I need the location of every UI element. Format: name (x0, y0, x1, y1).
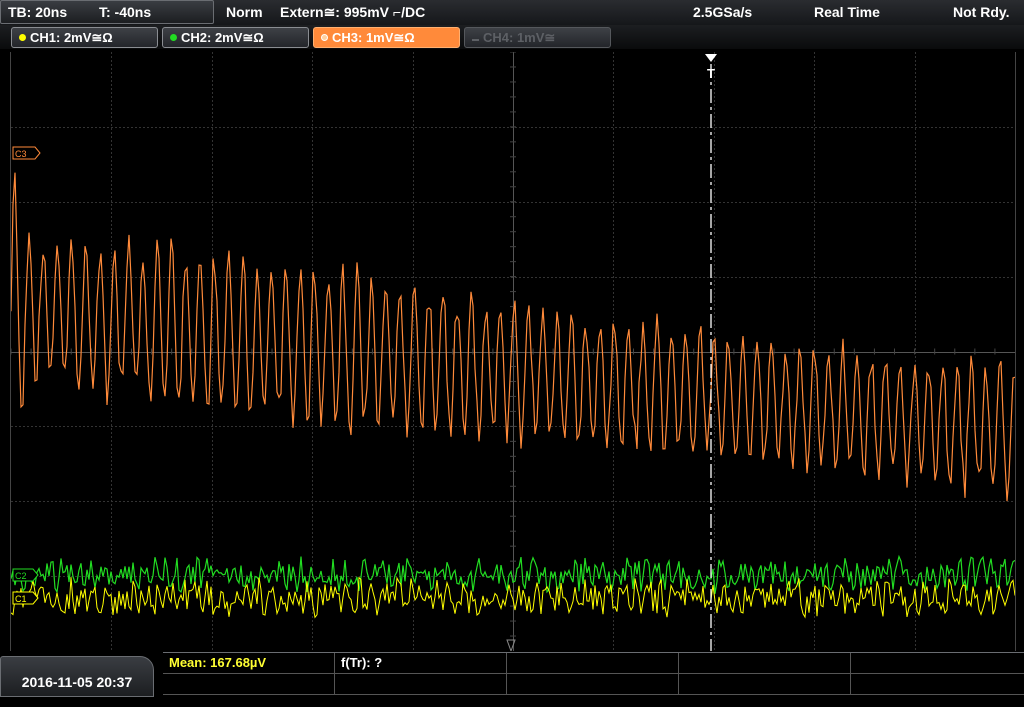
waveform-display[interactable]: T C3 C2 C1 (10, 51, 1016, 653)
ch1-marker-label: C1 (15, 594, 27, 604)
measurement-slot-9[interactable] (679, 674, 851, 695)
timebase-label[interactable]: TB: 20ns (8, 0, 67, 25)
trigger-mode-label[interactable]: Norm (226, 0, 263, 25)
ch3-marker-label: C3 (15, 149, 27, 159)
channel-bar: CH1: 2mV≅Ω CH2: 2mV≅Ω CH3: 1mV≅Ω CH4: 1m… (0, 25, 1024, 49)
ch4-off-icon (472, 39, 479, 41)
trigger-source-label[interactable]: Extern≅: 995mV ⌐/DC (280, 0, 425, 25)
mean-measurement[interactable]: Mean: 167.68µV (163, 653, 335, 674)
measurement-slot-3[interactable] (507, 653, 679, 674)
waveform-graticule: T C3 C2 C1 (10, 51, 1016, 653)
measurement-slot-4[interactable] (679, 653, 851, 674)
channel-2-button[interactable]: CH2: 2mV≅Ω (162, 27, 309, 48)
channel-1-button[interactable]: CH1: 2mV≅Ω (11, 27, 158, 48)
measurement-slot-10[interactable] (851, 674, 1024, 695)
acquisition-mode-label: Real Time (814, 4, 880, 20)
status-label: Not Rdy. (953, 4, 1010, 20)
frequency-value: f(Tr): ? (341, 655, 383, 670)
ch2-indicator-icon (170, 34, 177, 41)
trigger-position-arrow-icon[interactable] (705, 54, 717, 62)
datetime-box[interactable]: 2016-11-05 20:37 (0, 656, 154, 697)
ch2-offset-marker[interactable]: C2 (12, 568, 39, 582)
datetime-label: 2016-11-05 20:37 (21, 674, 133, 690)
mean-value: Mean: 167.68µV (169, 655, 267, 670)
measurement-slot-5[interactable] (851, 653, 1024, 674)
sample-rate-label: 2.5GSa/s (693, 4, 753, 20)
channel-3-button[interactable]: CH3: 1mV≅Ω (313, 27, 460, 48)
ch3-offset-marker[interactable]: C3 (12, 146, 41, 160)
bottom-bar: 2016-11-05 20:37 Mean: 167.68µV f(Tr): ? (0, 652, 1024, 697)
top-status-bar: TB: 20ns T: -40ns Norm Extern≅: 995mV ⌐/… (0, 0, 1024, 25)
measurement-panel[interactable]: Mean: 167.68µV f(Tr): ? (163, 652, 1024, 696)
ch1-indicator-icon (19, 34, 26, 41)
measurement-slot-6[interactable] (163, 674, 335, 695)
channel-4-label: CH4: 1mV≅ (483, 30, 556, 45)
measurement-slot-8[interactable] (507, 674, 679, 695)
channel-4-button[interactable]: CH4: 1mV≅ (464, 27, 611, 48)
measurement-slot-7[interactable] (335, 674, 507, 695)
channel-3-label: CH3: 1mV≅Ω (332, 30, 415, 45)
trigger-time-label[interactable]: T: -40ns (99, 0, 151, 25)
ch1-offset-marker[interactable]: C1 (12, 591, 39, 605)
ch2-marker-label: C2 (15, 571, 27, 581)
channel-1-label: CH1: 2mV≅Ω (30, 30, 113, 45)
channel-2-label: CH2: 2mV≅Ω (181, 30, 264, 45)
trigger-marker-label: T (707, 66, 715, 81)
ch3-indicator-icon (321, 34, 328, 41)
frequency-measurement[interactable]: f(Tr): ? (335, 653, 507, 674)
